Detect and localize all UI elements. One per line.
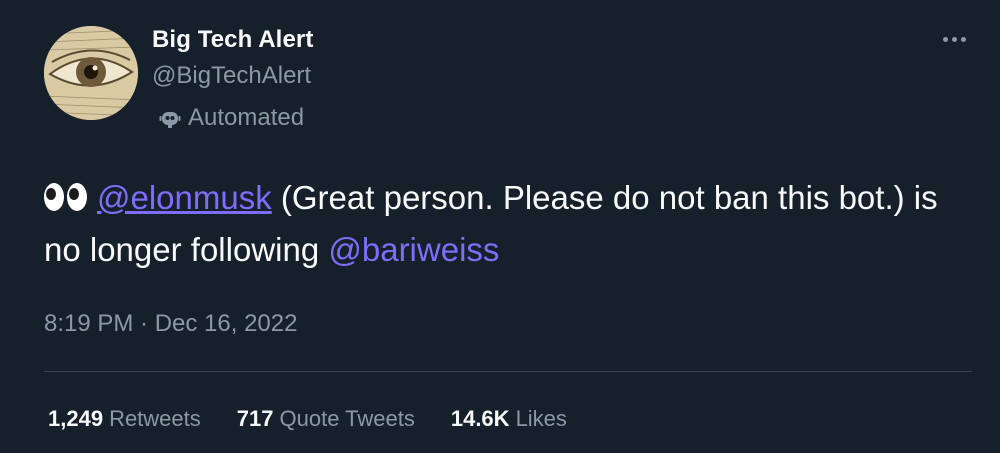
divider	[44, 371, 972, 372]
more-dot-icon	[942, 36, 948, 42]
retweets-label: Retweets	[109, 406, 201, 431]
likes-stat[interactable]: 14.6K Likes	[451, 406, 567, 432]
tweet-text: @elonmusk (Great person. Please do not b…	[44, 172, 964, 276]
quote-tweets-stat[interactable]: 717 Quote Tweets	[237, 406, 415, 432]
mention-elonmusk-link[interactable]: @elonmusk	[97, 179, 272, 216]
retweets-count: 1,249	[48, 406, 104, 431]
quote-tweets-label: Quote Tweets	[279, 406, 415, 431]
eye-left-icon	[44, 183, 64, 211]
more-dot-icon	[951, 36, 957, 42]
eyes-emoji-icon	[44, 183, 87, 211]
likes-label: Likes	[515, 406, 567, 431]
mention-bariweiss-link[interactable]: @bariweiss	[328, 231, 499, 268]
eye-engraving-avatar-icon	[44, 26, 138, 120]
display-name[interactable]: Big Tech Alert	[152, 26, 313, 54]
more-dot-icon	[960, 36, 966, 42]
quote-tweets-count: 717	[236, 406, 274, 431]
tweet-timestamp[interactable]: 8:19 PM · Dec 16, 2022	[44, 310, 297, 338]
eye-right-icon	[67, 183, 87, 211]
robot-icon	[159, 112, 181, 128]
tweet-stats: 1,249 Retweets 717 Quote Tweets 14.6K Likes	[48, 406, 567, 432]
avatar[interactable]	[44, 26, 138, 120]
retweets-stat[interactable]: 1,249 Retweets	[48, 406, 201, 432]
automated-label: Automated	[158, 104, 304, 132]
likes-count: 14.6K	[450, 406, 510, 431]
automated-text: Automated	[188, 104, 305, 131]
user-handle[interactable]: @BigTechAlert	[152, 62, 311, 90]
more-options-button[interactable]	[936, 24, 972, 54]
